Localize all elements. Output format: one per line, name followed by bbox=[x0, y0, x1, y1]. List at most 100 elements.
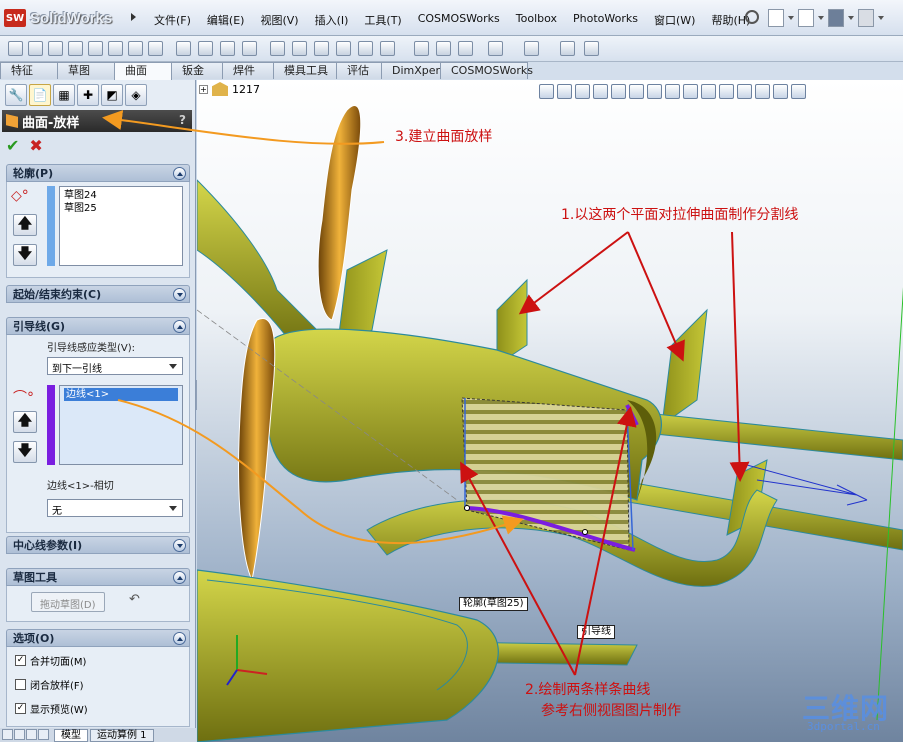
menu-insert[interactable]: 插入(I) bbox=[307, 12, 357, 28]
show-preview-option[interactable]: ✓ 显示预览(W) bbox=[15, 701, 88, 716]
menu-tools[interactable]: 工具(T) bbox=[356, 12, 409, 28]
delete-hole-icon[interactable] bbox=[380, 41, 395, 56]
cut-with-surface-icon[interactable] bbox=[458, 41, 473, 56]
cancel-x-icon[interactable]: ✖ bbox=[29, 136, 42, 155]
profiles-list[interactable]: 草图24 草图25 bbox=[59, 186, 183, 266]
collapse-icon[interactable] bbox=[173, 320, 186, 333]
tab-sketch[interactable]: 草图 bbox=[57, 62, 115, 79]
move-down-button[interactable]: 🡇 bbox=[13, 244, 37, 266]
tab-weldments[interactable]: 焊件 bbox=[222, 62, 274, 79]
pan-icon[interactable] bbox=[593, 83, 608, 99]
tab-cosmosworks[interactable]: COSMOSWorks bbox=[440, 62, 533, 79]
first-tab-icon[interactable] bbox=[2, 729, 13, 740]
show-preview-checkbox[interactable]: ✓ bbox=[15, 703, 26, 714]
profiles-group-header[interactable]: 轮廓(P) bbox=[6, 164, 190, 182]
next-tab-icon[interactable] bbox=[26, 729, 37, 740]
centerline-parameters-header[interactable]: 中心线参数(I) bbox=[6, 536, 190, 554]
tab-surfaces[interactable]: 曲面 bbox=[114, 62, 172, 80]
display-manager-icon[interactable]: ◩ bbox=[101, 84, 123, 106]
view-orientation-icon[interactable] bbox=[647, 83, 662, 99]
view-options-icon[interactable] bbox=[791, 83, 806, 99]
merge-tangent-faces-checkbox[interactable]: ✓ bbox=[15, 655, 26, 666]
chevron-down-icon[interactable] bbox=[818, 16, 824, 20]
thickened-cut-icon[interactable] bbox=[436, 41, 451, 56]
property-manager-icon[interactable]: 📄 bbox=[29, 84, 51, 106]
move-down-button[interactable]: 🡇 bbox=[13, 441, 37, 463]
previous-view-icon[interactable] bbox=[575, 83, 590, 99]
print-icon[interactable] bbox=[858, 9, 874, 27]
expand-icon[interactable] bbox=[173, 539, 186, 552]
menu-file[interactable]: 文件(F) bbox=[146, 12, 199, 28]
menu-toolbox[interactable]: Toolbox bbox=[508, 12, 565, 28]
tab-model[interactable]: 模型 bbox=[54, 728, 88, 742]
photoworks-icon[interactable] bbox=[755, 83, 770, 99]
list-item[interactable]: 边线<1> bbox=[64, 388, 178, 401]
replace-face-icon[interactable] bbox=[358, 41, 373, 56]
mid-surface-icon[interactable] bbox=[584, 41, 599, 56]
graphics-area[interactable]: + 1217 轮廓(草图25) 引导线 1.以这两个平面对拉伸曲面制作分割线 2… bbox=[197, 80, 903, 742]
reference-geometry-icon[interactable] bbox=[488, 41, 503, 56]
guide-curves-header[interactable]: 引导线(G) bbox=[6, 317, 190, 335]
feature-tree-flyout[interactable]: + 1217 bbox=[199, 82, 260, 96]
menu-cosmosworks[interactable]: COSMOSWorks bbox=[410, 12, 508, 28]
open-document-icon[interactable] bbox=[798, 9, 814, 27]
drag-sketch-button[interactable]: 拖动草图(D) bbox=[31, 592, 105, 612]
apply-scene-icon[interactable] bbox=[719, 83, 734, 99]
save-icon[interactable] bbox=[828, 9, 844, 27]
display-style-icon[interactable] bbox=[665, 83, 680, 99]
hide-show-items-icon[interactable] bbox=[683, 83, 698, 99]
undo-icon[interactable]: ↶ bbox=[129, 592, 140, 607]
instant3d-icon[interactable] bbox=[560, 41, 575, 56]
sketch-tools-header[interactable]: 草图工具 bbox=[6, 568, 190, 586]
close-loft-option[interactable]: 闭合放样(F) bbox=[15, 677, 84, 692]
move-up-button[interactable]: 🡅 bbox=[13, 411, 37, 433]
start-end-constraints-header[interactable]: 起始/结束约束(C) bbox=[6, 285, 190, 303]
chevron-down-icon[interactable] bbox=[848, 16, 854, 20]
curves-icon[interactable] bbox=[524, 41, 539, 56]
expand-icon[interactable] bbox=[173, 288, 186, 301]
help-icon[interactable]: ? bbox=[179, 113, 186, 127]
thicken-icon[interactable] bbox=[414, 41, 429, 56]
view-settings-icon[interactable] bbox=[737, 83, 752, 99]
tab-sheet-metal[interactable]: 钣金 bbox=[171, 62, 223, 79]
search-help-icon[interactable] bbox=[745, 10, 759, 24]
chevron-down-icon[interactable] bbox=[788, 16, 794, 20]
tab-motion-study[interactable]: 运动算例 1 bbox=[90, 728, 154, 742]
section-view-icon[interactable] bbox=[629, 83, 644, 99]
tangency-select[interactable]: 无 bbox=[47, 499, 183, 517]
list-item[interactable]: 草图25 bbox=[64, 202, 178, 215]
collapse-icon[interactable] bbox=[173, 571, 186, 584]
lofted-surface-icon[interactable] bbox=[68, 41, 83, 56]
radiate-surface-icon[interactable] bbox=[198, 41, 213, 56]
tab-mold-tools[interactable]: 模具工具 bbox=[273, 62, 337, 79]
menu-window[interactable]: 窗口(W) bbox=[646, 12, 703, 28]
tab-evaluate[interactable]: 评估 bbox=[336, 62, 382, 79]
fillet-icon[interactable] bbox=[314, 41, 329, 56]
lighting-icon[interactable] bbox=[773, 83, 788, 99]
expand-icon[interactable]: + bbox=[199, 84, 208, 94]
revolved-surface-icon[interactable] bbox=[28, 41, 43, 56]
configuration-manager-icon[interactable]: ▦ bbox=[53, 84, 75, 106]
zoom-to-fit-icon[interactable] bbox=[539, 83, 554, 99]
filled-surface-icon[interactable] bbox=[108, 41, 123, 56]
rotate-icon[interactable] bbox=[611, 83, 626, 99]
last-tab-icon[interactable] bbox=[38, 729, 49, 740]
guide-curves-list[interactable]: 边线<1> bbox=[59, 385, 183, 465]
edit-appearance-icon[interactable] bbox=[701, 83, 716, 99]
move-up-button[interactable]: 🡅 bbox=[13, 214, 37, 236]
feature-manager-icon[interactable]: 🔧 bbox=[5, 84, 27, 106]
collapse-icon[interactable] bbox=[173, 632, 186, 645]
list-item[interactable]: 草图24 bbox=[64, 189, 178, 202]
menu-edit[interactable]: 编辑(E) bbox=[199, 12, 253, 28]
boundary-surface-icon[interactable] bbox=[88, 41, 103, 56]
extruded-surface-icon[interactable] bbox=[8, 41, 23, 56]
tab-dimxpert[interactable]: DimXpert bbox=[381, 62, 444, 79]
model-rendering[interactable] bbox=[197, 80, 903, 742]
options-header[interactable]: 选项(O) bbox=[6, 629, 190, 647]
guide-influence-select[interactable]: 到下一引线 bbox=[47, 357, 183, 375]
offset-surface-icon[interactable] bbox=[148, 41, 163, 56]
trim-surface-icon[interactable] bbox=[242, 41, 257, 56]
appearance-manager-icon[interactable]: ◈ bbox=[125, 84, 147, 106]
zoom-to-area-icon[interactable] bbox=[557, 83, 572, 99]
menu-view[interactable]: 视图(V) bbox=[252, 12, 306, 28]
